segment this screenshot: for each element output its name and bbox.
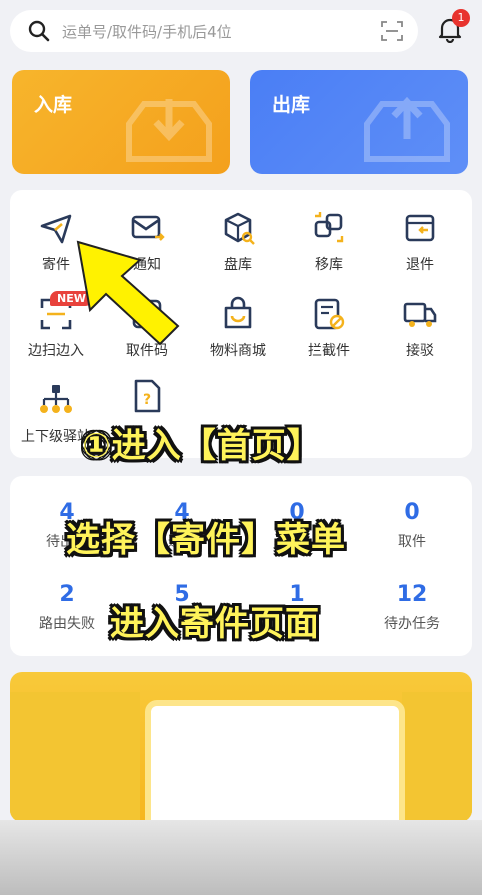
- inbound-box-icon: [126, 99, 212, 162]
- banner-ribbon-left: [10, 692, 140, 822]
- tutorial-caption-3: 进入寄件页面: [110, 604, 320, 644]
- menu-item-intercept[interactable]: 拦截件: [289, 296, 369, 360]
- truck-icon: [403, 302, 437, 327]
- move-stock-icon: [314, 212, 344, 243]
- menu-item-material-mall[interactable]: 物料商城: [198, 296, 278, 360]
- inventory-box-icon: [224, 212, 255, 245]
- menu-item-transfer[interactable]: 接驳: [380, 296, 460, 360]
- menu-label: 物料商城: [210, 343, 266, 359]
- tutorial-caption-2: 选择【寄件】菜单: [66, 520, 346, 560]
- search-input[interactable]: 运单号/取件码/手机后4位: [10, 10, 418, 52]
- stat-pickup[interactable]: 0 取件: [357, 500, 467, 551]
- menu-item-stocktake[interactable]: 盘库: [198, 210, 278, 274]
- stat-label: 取件: [398, 534, 426, 550]
- menu-label: 退件: [406, 257, 434, 273]
- menu-item-return[interactable]: 退件: [380, 210, 460, 274]
- intercept-icon: [314, 298, 345, 330]
- menu-label: 移库: [315, 257, 343, 273]
- outbound-tile[interactable]: 出库: [250, 70, 468, 174]
- search-placeholder: 运单号/取件码/手机后4位: [62, 22, 232, 41]
- promo-banner[interactable]: [10, 672, 472, 822]
- notification-badge: 1: [452, 9, 470, 27]
- stat-todo[interactable]: 12 待办任务: [357, 582, 467, 633]
- svg-text:?: ?: [143, 392, 151, 408]
- shopping-bag-icon: [224, 296, 252, 329]
- tutorial-caption-1: ①进入【首页】: [82, 426, 322, 466]
- outbound-box-icon: [364, 96, 450, 162]
- menu-item-move[interactable]: 移库: [289, 210, 369, 274]
- stat-route-failed[interactable]: 2 路由失败: [12, 582, 122, 633]
- menu-label: 拦截件: [308, 343, 350, 359]
- stat-label: 路由失败: [39, 616, 95, 632]
- inbound-tile[interactable]: 入库: [12, 70, 230, 174]
- stat-number: 2: [59, 582, 75, 607]
- banner-panel: [145, 700, 405, 822]
- question-doc-icon: ?: [134, 379, 161, 413]
- org-tree-icon: [40, 385, 72, 413]
- menu-label: 盘库: [224, 257, 252, 273]
- stat-number: 12: [396, 582, 428, 607]
- bottom-fade: [0, 820, 482, 895]
- return-box-icon: [405, 214, 435, 242]
- banner-ribbon-right: [402, 692, 472, 822]
- outbound-label: 出库: [272, 94, 311, 116]
- tutorial-arrow-icon: [76, 240, 180, 346]
- top-bar: 运单号/取件码/手机后4位 1: [0, 0, 482, 62]
- send-plane-icon: [40, 214, 72, 244]
- scan-code-icon[interactable]: [380, 19, 404, 43]
- inbound-label: 入库: [34, 94, 73, 116]
- menu-label: 接驳: [406, 343, 434, 359]
- search-icon: [28, 20, 50, 42]
- menu-item-help[interactable]: ?: [107, 378, 187, 422]
- stat-number: 0: [404, 500, 420, 525]
- stat-label: 待办任务: [384, 616, 440, 632]
